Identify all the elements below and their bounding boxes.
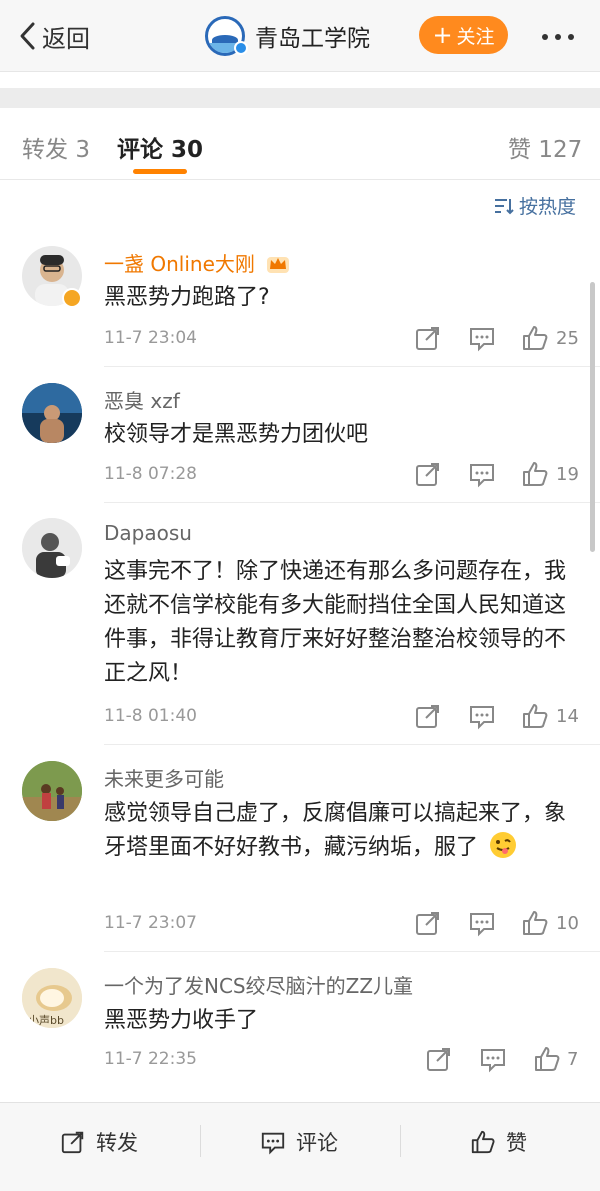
comment-meta: 11-8 07:28 19 — [0, 460, 600, 490]
like-icon[interactable] — [521, 460, 549, 488]
comment-text: 这事完不了！除了快递还有那么多问题存在，我还就不信学校能有多大能耐挡住全国人民知… — [104, 559, 567, 686]
crown-icon — [265, 252, 291, 279]
comment-icon — [261, 1132, 285, 1155]
tab-bar: 转发 3 评论 30 赞 127 — [0, 108, 600, 180]
comment-icon[interactable] — [468, 702, 496, 730]
repost-icon — [61, 1131, 84, 1154]
comment-meta: 11-7 23:07 10 — [0, 909, 600, 939]
account-header[interactable]: 青岛工学院 — [205, 14, 370, 58]
comment-time: 11-7 23:07 — [104, 913, 197, 933]
comment-icon[interactable] — [468, 324, 496, 352]
like-icon — [471, 1130, 495, 1154]
avatar[interactable]: 小声bb — [22, 968, 82, 1028]
avatar[interactable] — [22, 518, 82, 578]
sort-label: 按热度 — [519, 196, 577, 218]
back-label: 返回 — [42, 24, 90, 53]
emoji-tongue-icon — [489, 831, 517, 870]
follow-label: 关注 — [456, 25, 495, 48]
comment-divider — [104, 502, 600, 503]
repost-icon[interactable] — [414, 324, 442, 352]
comment-divider — [104, 744, 600, 745]
bottom-separator — [200, 1125, 201, 1157]
avatar-caption: 小声bb — [28, 1014, 64, 1027]
like-button[interactable]: 赞 — [470, 1127, 527, 1157]
comment-time: 11-7 23:04 — [104, 328, 197, 348]
like-count: 19 — [556, 464, 579, 485]
verified-badge-icon — [234, 41, 248, 55]
repost-icon[interactable] — [414, 460, 442, 488]
comment-time: 11-7 22:35 — [104, 1049, 197, 1069]
avatar[interactable] — [22, 761, 82, 821]
more-dots-icon[interactable] — [542, 34, 574, 40]
like-count: 10 — [556, 913, 579, 934]
plus-icon: + — [432, 21, 453, 49]
comment-text: 黑恶势力跑路了? — [104, 285, 270, 310]
commenter-name[interactable]: 一盏 Online大刚 — [104, 248, 291, 279]
commenter-name[interactable]: 未来更多可能 — [104, 763, 224, 792]
comment-label: 评论 — [296, 1131, 338, 1155]
verified-badge-icon — [62, 288, 82, 308]
tab-repost[interactable]: 转发 3 — [22, 130, 90, 164]
back-button[interactable]: 返回 — [18, 18, 90, 54]
repost-button[interactable]: 转发 — [60, 1127, 138, 1157]
tab-likes[interactable]: 赞 127 — [508, 130, 582, 164]
comment-meta: 11-7 23:04 25 — [0, 324, 600, 354]
bottom-action-bar: 转发 评论 赞 — [0, 1102, 600, 1191]
sort-button[interactable]: 按热度 — [493, 192, 576, 219]
like-label: 赞 — [506, 1131, 527, 1155]
account-name: 青岛工学院 — [255, 26, 370, 52]
tab-comments[interactable]: 评论 30 — [117, 130, 203, 164]
comment-text: 感觉领导自己虚了，反腐倡廉可以搞起来了，象牙塔里面不好好教书，藏污纳垢，服了 — [104, 797, 574, 870]
comment-icon[interactable] — [468, 460, 496, 488]
comment-text: 校领导才是黑恶势力团伙吧 — [104, 422, 369, 447]
section-divider — [0, 88, 600, 108]
commenter-name[interactable]: 恶臭 xzf — [104, 385, 180, 414]
comment-time: 11-8 01:40 — [104, 706, 197, 726]
comment-text: 黑恶势力收手了 — [104, 1008, 259, 1033]
like-icon[interactable] — [521, 702, 549, 730]
repost-label: 转发 — [96, 1131, 138, 1155]
sort-icon — [495, 198, 514, 214]
like-count: 7 — [567, 1049, 579, 1070]
comment-divider — [104, 951, 600, 952]
like-icon[interactable] — [521, 909, 549, 937]
like-count: 14 — [556, 706, 579, 727]
repost-icon[interactable] — [414, 909, 442, 937]
chevron-left-icon — [20, 22, 35, 50]
avatar[interactable] — [22, 383, 82, 443]
commenter-name[interactable]: Dapaosu — [104, 521, 192, 545]
header-spacer — [0, 72, 600, 88]
top-nav-bar: 返回 青岛工学院 + 关注 — [0, 0, 600, 72]
active-tab-indicator — [133, 169, 187, 174]
comment-meta: 11-7 22:35 7 — [0, 1045, 600, 1075]
comment-icon[interactable] — [479, 1045, 507, 1073]
repost-icon[interactable] — [425, 1045, 453, 1073]
like-count: 25 — [556, 328, 579, 349]
scrollbar[interactable] — [590, 282, 595, 552]
like-icon[interactable] — [533, 1045, 561, 1073]
comment-time: 11-8 07:28 — [104, 464, 197, 484]
commenter-name[interactable]: 一个为了发NCS绞尽脑汁的ZZ儿童 — [104, 970, 413, 999]
follow-button[interactable]: + 关注 — [419, 16, 508, 54]
bottom-separator — [400, 1125, 401, 1157]
comment-meta: 11-8 01:40 14 — [0, 702, 600, 732]
comment-button[interactable]: 评论 — [260, 1127, 338, 1157]
repost-icon[interactable] — [414, 702, 442, 730]
comment-icon[interactable] — [468, 909, 496, 937]
like-icon[interactable] — [521, 324, 549, 352]
comment-divider — [104, 366, 600, 367]
